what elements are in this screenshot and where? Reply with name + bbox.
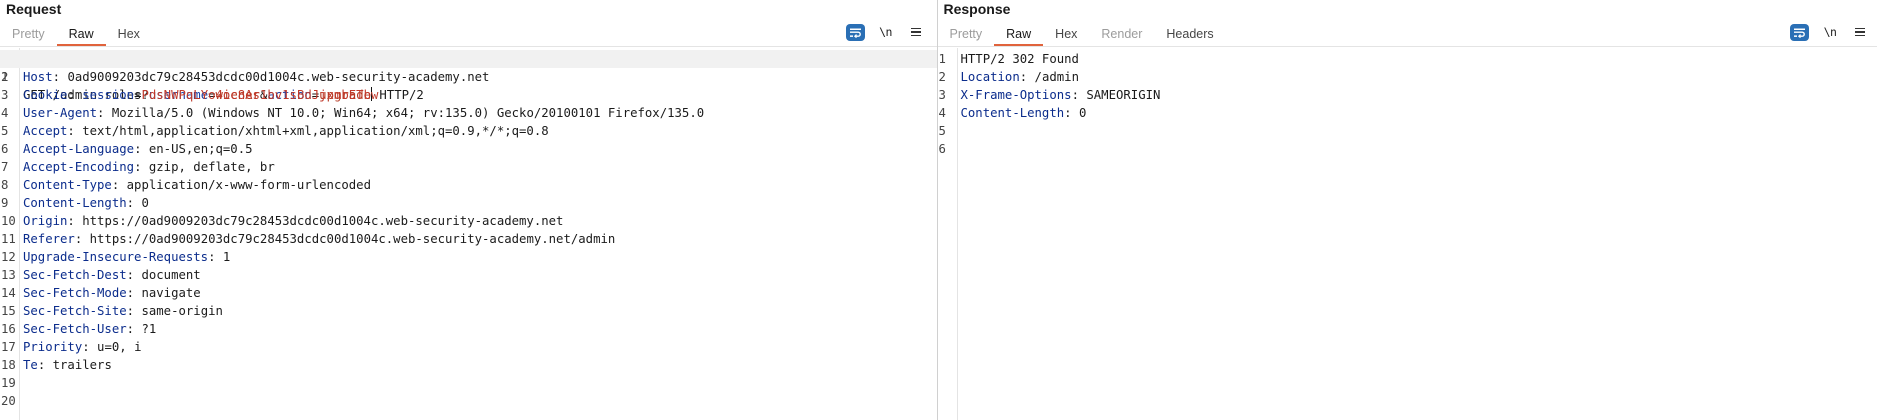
request-line-12: 12 Upgrade-Insecure-Requests: 1 — [1, 250, 231, 264]
request-line-11: 11 Referer: https://0ad9009203dc79c28453d… — [1, 232, 616, 246]
cookie-value: PdsNWPqLYo4oc8As1bv1sBdJjxmbETbw — [141, 88, 379, 102]
header-value: trailers — [52, 358, 112, 372]
request-line-17: 17 Priority: u=0, i — [1, 340, 142, 354]
request-line-15: 15 Sec-Fetch-Site: same-origin — [1, 304, 223, 318]
header-value: same-origin — [141, 304, 223, 318]
header-name: Location — [960, 70, 1020, 84]
header-name: Upgrade-Insecure-Requests — [23, 250, 209, 264]
response-line-5: 5 — [938, 124, 946, 138]
request-line-1: 1 GET /admin-roles?username=wiener&actio… — [0, 50, 937, 102]
response-panel: Response Pretty Raw Hex Render Headers \… — [937, 0, 1877, 420]
request-line-16: 16 Sec-Fetch-User: ?1 — [1, 322, 157, 336]
wrap-lines-icon[interactable] — [1790, 23, 1809, 41]
header-name: Host — [23, 70, 53, 84]
header-name: Accept-Language — [23, 142, 135, 156]
message-editor-split: Request Pretty Raw Hex \n 1 GET /admin-r… — [0, 0, 1877, 420]
request-line-4: 4 User-Agent: Mozilla/5.0 (Windows NT 10.… — [1, 106, 705, 120]
request-tabs: Pretty Raw Hex — [0, 24, 152, 46]
header-name: Content-Type — [23, 178, 112, 192]
request-toolbar: \n — [845, 23, 925, 41]
tab-response-render[interactable]: Render — [1089, 24, 1154, 46]
request-line-13: 13 Sec-Fetch-Dest: document — [1, 268, 201, 282]
request-title: Request — [6, 1, 62, 17]
request-line-18: 18 Te: trailers — [1, 358, 112, 372]
header-value: ?1 — [141, 322, 157, 336]
request-line-10: 10 Origin: https://0ad9009203dc79c28453dc… — [1, 214, 564, 228]
request-line-14: 14 Sec-Fetch-Mode: navigate — [1, 286, 201, 300]
tab-response-pretty[interactable]: Pretty — [938, 24, 995, 46]
response-title: Response — [943, 1, 1011, 17]
header-value: https://0ad9009203dc79c28453dcdc00d1004c… — [82, 214, 564, 228]
response-toolbar: \n — [1790, 23, 1869, 41]
tab-request-pretty[interactable]: Pretty — [0, 24, 57, 46]
response-line-4: 4 Content-Length: 0 — [938, 106, 1087, 120]
request-tab-divider — [0, 46, 937, 47]
header-value: https://0ad9009203dc79c28453dcdc00d1004c… — [89, 232, 616, 246]
header-name: Referer — [23, 232, 75, 246]
request-line-7: 7 Accept-Encoding: gzip, deflate, br — [1, 160, 275, 174]
header-value: Mozilla/5.0 (Windows NT 10.0; Win64; x64… — [111, 106, 705, 120]
header-value: gzip, deflate, br — [148, 160, 275, 174]
tab-response-raw[interactable]: Raw — [994, 24, 1044, 46]
status-line: HTTP/2 302 Found — [960, 52, 1079, 66]
response-editor[interactable]: 1 HTTP/2 302 Found 2 Location: /admin 3 X-F… — [937, 48, 1877, 420]
request-line-8: 8 Content-Type: application/x-www-form-ur… — [1, 178, 371, 192]
header-name: Sec-Fetch-Site — [23, 304, 127, 318]
request-line-9: 9 Content-Length: 0 — [1, 196, 149, 210]
header-value: document — [141, 268, 201, 282]
newline-label: \n — [879, 25, 892, 39]
header-name: Accept — [23, 124, 68, 138]
header-name: Origin — [23, 214, 68, 228]
tab-request-raw[interactable]: Raw — [56, 24, 106, 46]
tab-request-hex[interactable]: Hex — [106, 24, 152, 46]
newline-label: \n — [1823, 25, 1837, 39]
request-line-20: 20 — [1, 394, 16, 408]
tab-response-headers[interactable]: Headers — [1154, 24, 1225, 46]
header-name: User-Agent — [23, 106, 98, 120]
response-line-2: 2 Location: /admin — [938, 70, 1079, 84]
header-name: Sec-Fetch-Dest — [23, 268, 127, 282]
header-value: 0 — [1078, 106, 1087, 120]
tab-response-hex[interactable]: Hex — [1043, 24, 1089, 46]
request-line-3: 3 Cookie: session=PdsNWPqLYo4oc8As1bv1sBd… — [1, 88, 379, 102]
response-line-3: 3 X-Frame-Options: SAMEORIGIN — [938, 88, 1161, 102]
header-name: X-Frame-Options — [960, 88, 1072, 102]
request-line-5: 5 Accept: text/html,application/xhtml+xml… — [1, 124, 549, 138]
request-line-19: 19 — [1, 376, 16, 390]
response-tab-divider — [937, 46, 1877, 47]
newline-toggle-button[interactable]: \n — [1821, 23, 1839, 41]
header-value: text/html,application/xhtml+xml,applicat… — [82, 124, 549, 138]
header-value: en-US,en;q=0.5 — [148, 142, 253, 156]
hamburger-menu-icon[interactable] — [1851, 23, 1869, 41]
response-line-6: 6 — [938, 142, 946, 156]
header-name: Priority — [23, 340, 83, 354]
header-name: Content-Length — [23, 196, 127, 210]
header-value: navigate — [141, 286, 201, 300]
header-value: application/x-www-form-urlencoded — [126, 178, 371, 192]
header-value: u=0, i — [97, 340, 142, 354]
header-name: Sec-Fetch-Mode — [23, 286, 127, 300]
header-name: Accept-Encoding — [23, 160, 135, 174]
response-line-1: 1 HTTP/2 302 Found — [938, 52, 1079, 66]
header-name: Content-Length — [960, 106, 1065, 120]
request-line-6: 6 Accept-Language: en-US,en;q=0.5 — [1, 142, 253, 156]
response-tabs: Pretty Raw Hex Render Headers — [938, 24, 1226, 46]
header-name: Te — [23, 358, 38, 372]
cookie-name: session — [82, 88, 135, 102]
request-editor[interactable]: 1 GET /admin-roles?username=wiener&actio… — [0, 48, 937, 420]
header-value: 1 — [222, 250, 231, 264]
header-value: /admin — [1034, 70, 1079, 84]
hamburger-menu-icon[interactable] — [907, 23, 925, 41]
wrap-lines-icon[interactable] — [845, 23, 865, 41]
header-name: Sec-Fetch-User — [23, 322, 127, 336]
header-value: 0 — [141, 196, 149, 210]
newline-toggle-button[interactable]: \n — [877, 23, 895, 41]
header-value: SAMEORIGIN — [1086, 88, 1161, 102]
header-value: 0ad9009203dc79c28453dcdc00d1004c.web-sec… — [67, 70, 490, 84]
request-line-2: 2 Host: 0ad9009203dc79c28453dcdc00d1004c.… — [1, 70, 490, 84]
request-panel: Request Pretty Raw Hex \n 1 GET /admin-r… — [0, 0, 937, 420]
header-name: Cookie — [23, 88, 68, 102]
